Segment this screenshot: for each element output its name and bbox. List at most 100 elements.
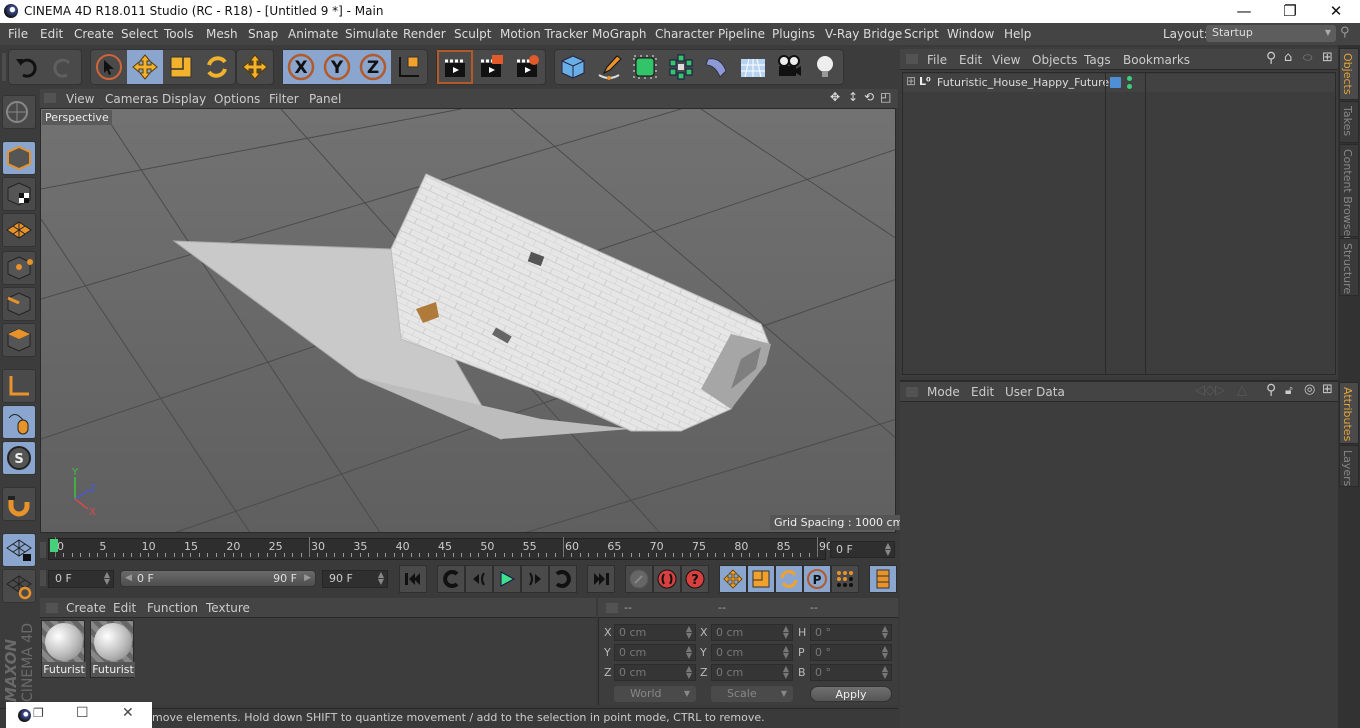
layer-color-swatch[interactable] <box>1110 77 1121 88</box>
tab-objects[interactable]: Objects <box>1339 48 1359 100</box>
menu-select[interactable]: Select <box>121 27 158 41</box>
range-left-arrow-icon[interactable]: ◀ <box>125 571 132 586</box>
maximize-icon[interactable]: ☐ <box>76 705 89 721</box>
material-menu-edit[interactable]: Edit <box>113 601 136 615</box>
size-y-field[interactable]: 0 cm ▲ ▼ <box>711 644 793 661</box>
x-axis-icon[interactable]: X <box>283 50 319 84</box>
keyframe-selection-button[interactable]: ? <box>681 565 709 593</box>
transport-grip[interactable] <box>40 570 46 586</box>
up-arrow-icon[interactable]: △ <box>1237 383 1247 398</box>
render-settings-icon[interactable] <box>509 50 545 84</box>
objects-menu-objects[interactable]: Objects <box>1032 53 1077 67</box>
rotation-h-field[interactable]: 0 ° ▲ ▼ <box>810 624 892 641</box>
render-view-icon[interactable] <box>437 50 473 84</box>
target-icon[interactable]: ◎ <box>1304 382 1315 397</box>
pan-view-icon[interactable]: ✥ <box>830 90 840 104</box>
objects-menu-edit[interactable]: Edit <box>959 53 982 67</box>
menu-window[interactable]: Window <box>947 27 994 41</box>
material-menu-create[interactable]: Create <box>66 601 106 615</box>
previous-key-button[interactable] <box>437 565 465 593</box>
autokeying-button[interactable] <box>653 565 681 593</box>
next-key-button[interactable] <box>549 565 577 593</box>
apply-button[interactable]: Apply <box>810 686 892 702</box>
rotation-key-button[interactable] <box>775 565 803 593</box>
y-axis-icon[interactable]: Y <box>319 50 355 84</box>
home-icon[interactable]: ⌂ <box>1284 50 1292 65</box>
maximize-view-icon[interactable]: ◰ <box>880 90 891 104</box>
snap-icon[interactable] <box>2 487 36 521</box>
menu-character[interactable]: Character <box>655 27 714 41</box>
axis-mode-icon[interactable] <box>2 369 36 403</box>
viewport-menu-display[interactable]: Display <box>162 92 206 106</box>
render-visibility-dot[interactable] <box>1127 84 1132 89</box>
position-x-field[interactable]: 0 cm ▲ ▼ <box>614 624 696 641</box>
tab-attributes[interactable]: Attributes <box>1339 382 1359 444</box>
size-mode-dropdown[interactable]: Scale ▼ <box>711 686 793 702</box>
rotation-b-field[interactable]: 0 ° ▲ ▼ <box>810 664 892 681</box>
timeline-grip[interactable] <box>40 542 46 558</box>
ellipse-icon[interactable]: ⬭ <box>1303 51 1312 65</box>
menu-snap[interactable]: Snap <box>248 27 278 41</box>
viewport-menu-cameras[interactable]: Cameras <box>105 92 158 106</box>
viewport-3d[interactable]: Y Z X <box>40 108 896 533</box>
pen-spline-icon[interactable] <box>591 50 627 84</box>
material-swatch[interactable]: Futurist <box>41 620 86 678</box>
live-selection-icon[interactable] <box>91 50 127 84</box>
rotate-icon[interactable] <box>199 50 235 84</box>
maximize-button[interactable]: ❐ <box>1267 0 1313 23</box>
objects-menu-bookmarks[interactable]: Bookmarks <box>1123 53 1190 67</box>
tab-takes[interactable]: Takes <box>1339 101 1359 143</box>
start-frame-field[interactable]: 0 F ▲ ▼ <box>48 570 114 588</box>
menu-mesh[interactable]: Mesh <box>206 27 238 41</box>
menu-edit[interactable]: Edit <box>40 27 63 41</box>
menu-help[interactable]: Help <box>1004 27 1031 41</box>
frame-range-slider[interactable]: ◀ 0 F 90 F ▶ <box>120 570 316 587</box>
size-z-field[interactable]: 0 cm ▲ ▼ <box>711 664 793 681</box>
new-panel-icon[interactable]: ⊞ <box>1322 382 1333 397</box>
viewport-menu-panel[interactable]: Panel <box>309 92 341 106</box>
workplane-mode-icon[interactable] <box>2 213 36 247</box>
workplane-lock-icon[interactable] <box>2 533 36 567</box>
next-frame-button[interactable] <box>521 565 549 593</box>
timeline-ruler[interactable]: 0 5 10 15 20 25 30 35 40 45 50 55 60 65 70 75 80 85 90 <box>48 537 833 560</box>
workplane-align-icon[interactable] <box>2 569 36 603</box>
objects-menu-tags[interactable]: Tags <box>1084 53 1111 67</box>
layout-dropdown[interactable]: Startup ▼ <box>1206 25 1336 42</box>
camera-icon[interactable] <box>771 50 807 84</box>
expand-icon[interactable]: ⊞ <box>906 74 916 88</box>
editor-visibility-dot[interactable] <box>1127 76 1132 81</box>
light-icon[interactable] <box>807 50 843 84</box>
back-arrow-icon[interactable]: ◁◇▷ <box>1195 383 1225 398</box>
column-divider[interactable] <box>1105 73 1106 375</box>
subdivision-icon[interactable] <box>627 50 663 84</box>
z-axis-icon[interactable]: Z <box>355 50 391 84</box>
column-divider[interactable] <box>1145 73 1146 375</box>
playhead-marker[interactable] <box>50 539 58 552</box>
range-right-arrow-icon[interactable]: ▶ <box>304 571 311 586</box>
tweak-mode-icon[interactable] <box>2 405 36 439</box>
viewport-menu-filter[interactable]: Filter <box>269 92 299 106</box>
rotate-view-icon[interactable]: ⟲ <box>864 90 874 104</box>
menu-mograph[interactable]: MoGraph <box>592 27 647 41</box>
point-level-animation-button[interactable] <box>831 565 859 593</box>
menu-render[interactable]: Render <box>403 27 446 41</box>
attributes-menu-edit[interactable]: Edit <box>971 385 994 399</box>
make-editable-icon[interactable] <box>2 95 36 129</box>
edges-mode-icon[interactable] <box>2 287 36 321</box>
restore-icon[interactable]: ❐ <box>33 706 44 720</box>
viewport-menu-options[interactable]: Options <box>214 92 260 106</box>
go-to-end-button[interactable] <box>587 565 615 593</box>
objects-menu-file[interactable]: File <box>927 53 947 67</box>
close-icon[interactable]: ✕ <box>122 705 134 721</box>
menu-animate[interactable]: Animate <box>288 27 338 41</box>
cloner-icon[interactable] <box>663 50 699 84</box>
redo-icon[interactable] <box>45 50 81 84</box>
object-row[interactable]: ⊞ L⁰ Futuristic_House_Happy_Future <box>903 74 1335 92</box>
deformer-icon[interactable] <box>699 50 735 84</box>
search-icon[interactable]: ⚲ <box>1340 25 1350 40</box>
search-icon[interactable]: ⚲ <box>1266 50 1276 66</box>
tab-content-browser[interactable]: Content Browser <box>1339 144 1359 241</box>
new-panel-icon[interactable]: ⊞ <box>1322 50 1333 65</box>
previous-frame-button[interactable] <box>465 565 493 593</box>
polygons-mode-icon[interactable] <box>2 323 36 357</box>
